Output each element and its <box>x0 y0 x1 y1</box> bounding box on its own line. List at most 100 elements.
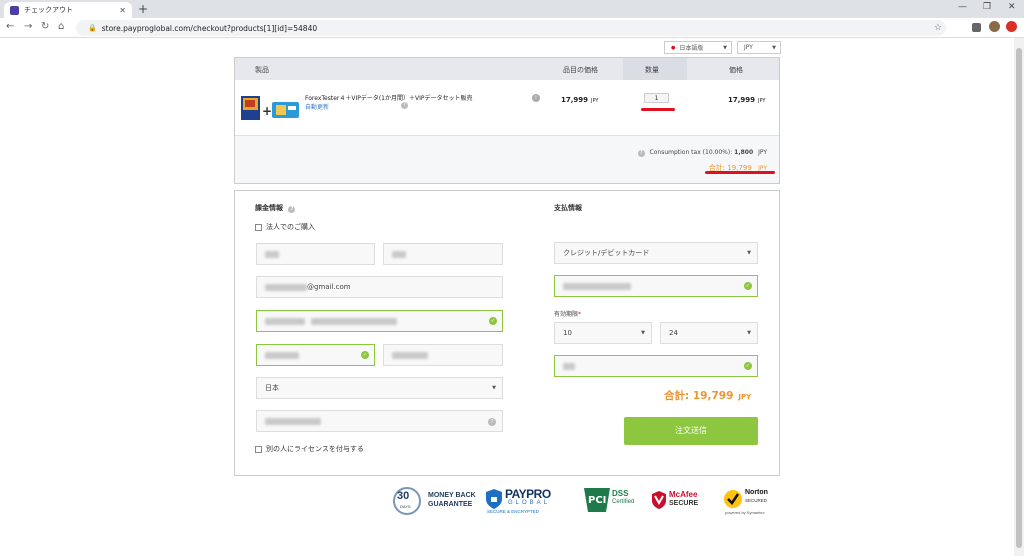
auto-renew-label[interactable]: 自動更新 <box>305 102 329 111</box>
cvv-field[interactable]: ✓ <box>554 355 758 377</box>
new-tab-icon[interactable]: + <box>138 2 148 16</box>
expiry-label: 有効期限* <box>554 309 581 318</box>
payment-title: 支払情報 <box>554 204 582 212</box>
browser-tab[interactable]: チェックアウト ✕ <box>4 2 132 18</box>
tax-label: Consumption tax (10.00%): <box>649 149 733 156</box>
help-icon[interactable]: ? <box>488 418 496 426</box>
paypro-badge: PAYPRO GLOBAL SECURE & ENCRYPTED <box>486 486 574 518</box>
chevron-down-icon: ▼ <box>747 330 751 336</box>
paypro-text: PAYPRO <box>505 487 551 501</box>
card-number-field[interactable]: ✓ <box>554 275 758 297</box>
mcafee-secure-text: SECURE <box>669 500 699 507</box>
days-number: 30 <box>397 490 410 502</box>
currency-value: JPY <box>744 44 753 51</box>
shield-lock-icon <box>486 489 502 509</box>
payment-method-select[interactable]: クレジット/デビットカード ▼ <box>554 242 758 264</box>
header-unit-price: 品目の価格 <box>563 66 598 74</box>
annotation-underline <box>705 171 775 174</box>
country-select[interactable]: 日本 ▼ <box>256 377 503 399</box>
profile-avatar-icon[interactable] <box>989 21 1000 32</box>
checkbox-icon[interactable] <box>255 223 262 231</box>
currency-select[interactable]: JPY ▼ <box>737 41 781 54</box>
postal-code-field[interactable] <box>383 344 503 366</box>
mcafee-text: McAfee <box>669 490 698 499</box>
address-bar-row: ← → ↻ ⌂ 🔒 store.payproglobal.com/checkou… <box>0 18 1024 38</box>
url-text: store.payproglobal.com/checkout?products… <box>101 23 318 33</box>
scrollbar-thumb[interactable] <box>1016 48 1022 548</box>
unit-price-currency: JPY <box>591 98 599 104</box>
svg-text:+: + <box>262 104 272 118</box>
annotation-underline <box>641 108 675 111</box>
chevron-down-icon: ▼ <box>641 330 645 336</box>
corporate-purchase-checkbox[interactable]: 法人でのご購入 <box>255 222 315 232</box>
back-icon[interactable]: ← <box>6 21 14 32</box>
last-name-field[interactable] <box>383 243 503 265</box>
valid-check-icon: ✓ <box>744 362 752 370</box>
certified-text: Certified <box>612 499 635 505</box>
home-icon[interactable]: ⌂ <box>58 21 64 32</box>
valid-check-icon: ✓ <box>361 351 369 359</box>
submit-order-button[interactable]: 注文送信 <box>624 417 758 445</box>
quantity-input[interactable]: 1 <box>644 93 669 103</box>
bookmark-star-icon[interactable]: ☆ <box>934 23 942 33</box>
tab-close-icon[interactable]: ✕ <box>119 6 126 15</box>
symantec-text: powered by Symantec <box>725 510 765 515</box>
chevron-down-icon: ▼ <box>723 44 727 51</box>
grand-total-value: 合計: 19,799 <box>664 390 734 402</box>
email-field[interactable]: @gmail.com <box>256 276 503 298</box>
help-icon[interactable]: ? <box>637 150 645 157</box>
email-suffix: @gmail.com <box>307 283 351 291</box>
language-select[interactable]: ● 日本語版 ▼ <box>664 41 732 54</box>
product-box-image: + <box>241 96 299 120</box>
redacted-text <box>265 317 305 325</box>
url-field[interactable]: 🔒 store.payproglobal.com/checkout?produc… <box>76 20 946 36</box>
chevron-down-icon: ▼ <box>492 385 496 391</box>
valid-check-icon: ✓ <box>744 282 752 290</box>
cart-table: 製品 品目の価格 数量 価格 + ForexTester４＋VIPデータ(1か月… <box>234 57 780 184</box>
address-field[interactable]: ✓ <box>256 310 503 332</box>
forward-icon[interactable]: → <box>24 21 32 32</box>
cart-item-row: + ForexTester４＋VIPデータ(1か月間）＋VIPデータセット販売 … <box>235 80 779 136</box>
checkbox-icon[interactable] <box>255 445 262 453</box>
redacted-text <box>265 417 321 425</box>
days-label: DAYS <box>400 504 411 509</box>
product-name: ForexTester４＋VIPデータ(1か月間）＋VIPデータセット販売 <box>305 95 473 102</box>
minimize-icon[interactable]: — <box>958 2 967 12</box>
line-price: 17,999 JPY <box>728 96 765 104</box>
update-alert-icon[interactable] <box>1006 21 1017 32</box>
billing-title-text: 課金情報 <box>255 204 283 212</box>
help-icon[interactable]: ? <box>401 102 408 109</box>
close-window-icon[interactable]: ✕ <box>1008 2 1016 12</box>
valid-check-icon: ✓ <box>489 317 497 325</box>
city-field[interactable]: ✓ <box>256 344 375 366</box>
payment-method-value: クレジット/デビットカード <box>563 249 650 257</box>
country-value: 日本 <box>265 384 279 392</box>
reload-icon[interactable]: ↻ <box>41 21 49 32</box>
help-icon[interactable]: ? <box>288 206 296 213</box>
restore-icon[interactable]: ❐ <box>983 2 991 12</box>
expiry-month-select[interactable]: 10 ▼ <box>554 322 652 344</box>
header-price: 価格 <box>729 66 743 74</box>
license-other-checkbox[interactable]: 別の人にライセンスを付与する <box>255 444 364 454</box>
guarantee-text: GUARANTEE <box>428 501 473 508</box>
first-name-field[interactable] <box>256 243 375 265</box>
trust-badges: 30 DAYS MONEY BACK GUARANTEE PAYPRO GLOB… <box>390 486 790 520</box>
extensions-icon[interactable] <box>972 23 981 32</box>
expiry-year-select[interactable]: 24 ▼ <box>660 322 758 344</box>
tax-value: 1,800 <box>734 149 754 156</box>
money-back-text: MONEY BACK <box>428 492 476 499</box>
redacted-text <box>563 362 575 370</box>
global-text: GLOBAL <box>508 500 551 506</box>
expiry-label-text: 有効期限 <box>554 311 579 318</box>
japan-flag-icon: ● <box>671 44 676 51</box>
unit-price: 17,999 JPY <box>561 96 598 104</box>
line-price-value: 17,999 <box>728 96 756 104</box>
browser-tab-strip: チェックアウト ✕ + — ❐ ✕ <box>0 0 1024 18</box>
phone-field[interactable]: ? <box>256 410 503 432</box>
header-quantity: 数量 <box>645 66 659 74</box>
unit-price-value: 17,999 <box>561 96 589 104</box>
svg-text:PCI: PCI <box>588 495 606 506</box>
info-icon[interactable]: i <box>532 94 540 102</box>
norton-secured-text: SECURED <box>745 498 768 503</box>
billing-title: 課金情報 ? <box>255 203 296 213</box>
